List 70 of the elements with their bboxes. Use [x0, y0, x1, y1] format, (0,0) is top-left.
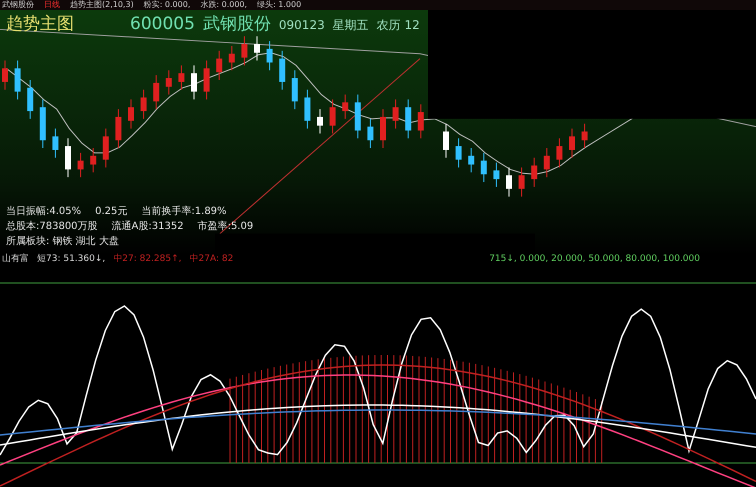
candlestick [279, 50, 286, 90]
stock-info-text: 总股本:783800万股 [6, 221, 98, 233]
candlestick [2, 60, 8, 90]
candlestick [128, 98, 134, 130]
chart-lunar-date: 农历 12 [376, 17, 420, 34]
candlestick [354, 94, 361, 139]
candlestick [140, 89, 147, 120]
candlestick [102, 128, 109, 168]
candlestick [493, 162, 500, 188]
candlestick [78, 152, 84, 178]
candlestick [582, 123, 588, 149]
stock-info-text: 0.25元 [95, 206, 128, 218]
indicator-value: 中27: 82.285↑, [113, 253, 182, 265]
candlestick [330, 98, 336, 134]
candlestick [228, 45, 235, 71]
candlestick [52, 128, 58, 158]
candlestick [191, 64, 197, 100]
candlestick [480, 152, 487, 183]
title-bar-text: 绿头: 1.000 [257, 0, 302, 10]
candlestick [418, 104, 424, 139]
candlestick [304, 89, 310, 130]
chart-date: 090123 [278, 18, 325, 32]
title-bar-text: 粉实: 0.000, [144, 0, 190, 10]
candlestick [468, 148, 474, 173]
candlestick [254, 36, 260, 62]
candlestick [115, 108, 122, 149]
candlestick [292, 70, 298, 110]
stock-name: 武钢股份 [202, 13, 271, 35]
candlestick [456, 138, 462, 168]
candlestick [166, 70, 172, 96]
stock-info-text: 当前换手率:1.89% [141, 206, 227, 218]
candlestick [380, 108, 386, 149]
candlestick [90, 148, 96, 173]
stock-code: 600005 [130, 14, 195, 34]
candlestick [27, 80, 34, 120]
stock-info-text: 当日振幅:4.05% [6, 206, 82, 218]
stock-info-text: 流通A股:31352 [112, 221, 184, 233]
candlestick [506, 166, 512, 198]
candlestick [569, 128, 575, 158]
candlestick [241, 36, 248, 66]
candlestick [392, 98, 399, 130]
candlestick [178, 64, 184, 90]
chart-weekday: 星期五 [332, 17, 369, 34]
candlestick [153, 74, 160, 110]
stock-info-text: 市盈率:5.09 [198, 221, 254, 233]
candlestick [216, 50, 222, 80]
candlestick [556, 138, 562, 168]
indicator-levels: 715↓, 0.000, 20.000, 50.000, 80.000, 100.000 [489, 253, 700, 265]
candlestick [518, 166, 525, 198]
title-bar-text: 日线 [44, 0, 60, 10]
candlestick [65, 138, 71, 178]
candlestick [443, 123, 449, 158]
title-bar-text: 水跌: 0.000, [200, 0, 248, 10]
indicator-name: 山有富 [2, 253, 29, 265]
candlestick [367, 118, 374, 149]
candlestick [204, 60, 210, 100]
title-bar-text: 武钢股份 [2, 0, 34, 10]
chart-title: 趋势主图 [6, 13, 74, 35]
candlestick [266, 40, 273, 71]
candlestick [544, 148, 550, 178]
candlestick [317, 108, 323, 134]
candlestick [14, 60, 21, 100]
candlestick [40, 98, 46, 149]
indicator-value: 短73: 51.360↓, [37, 253, 106, 265]
candlestick [342, 94, 348, 120]
title-bar-text: 趋势主图(2,10,3) [70, 0, 134, 10]
candlestick [531, 157, 538, 188]
indicator-value: 中27A: 82 [190, 253, 234, 265]
candlestick [405, 98, 412, 139]
stock-info-text: 所属板块: 钢铁 湖北 大盘 [6, 236, 119, 248]
